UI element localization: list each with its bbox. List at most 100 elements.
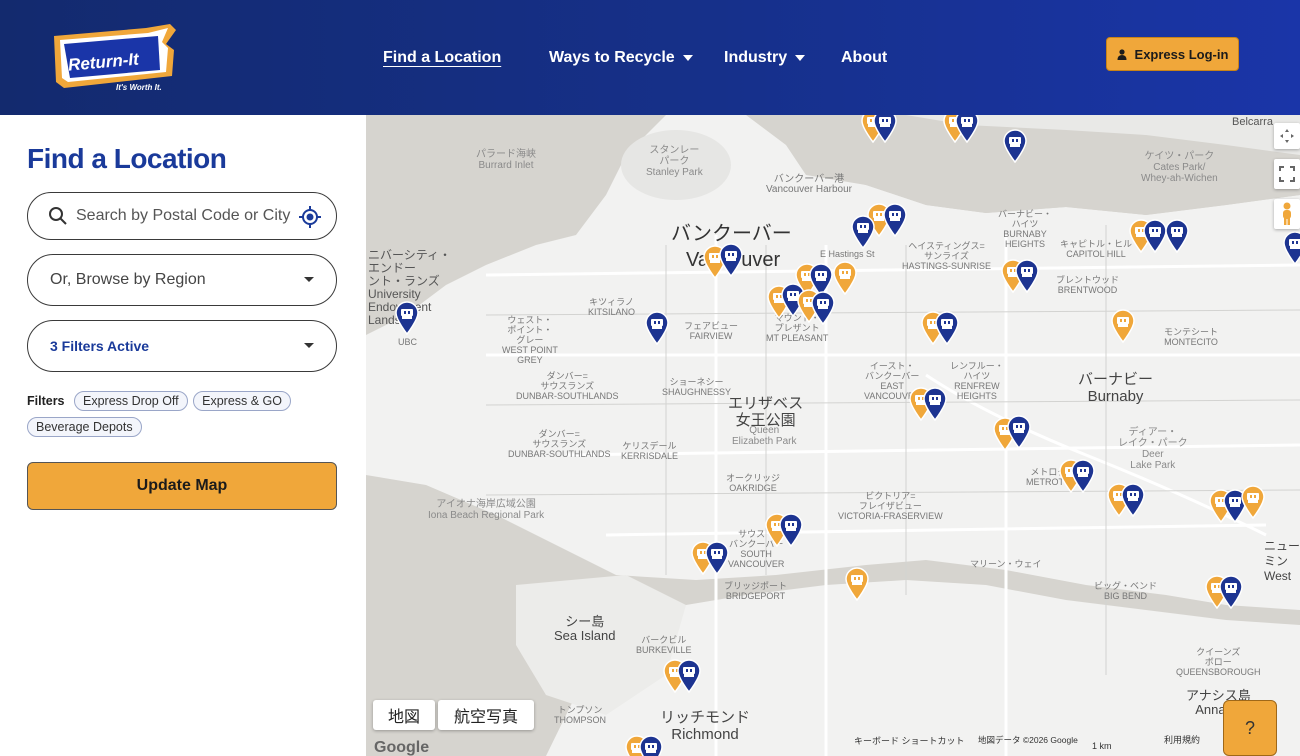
map-label: キャピトル・ヒル CAPITOL HILL: [1060, 239, 1133, 259]
map-label: エリザベス 女王公園: [728, 395, 804, 429]
map-label: Queen Elizabeth Park: [732, 425, 797, 447]
express-pin-icon[interactable]: [1218, 575, 1244, 610]
map-label: リッチモンド Richmond: [660, 709, 751, 743]
street-view-button[interactable]: [1274, 199, 1300, 229]
map-label: スタンレー パーク Stanley Park: [646, 145, 703, 178]
depot-pin-icon[interactable]: [832, 261, 858, 296]
search-field[interactable]: [27, 192, 337, 240]
map-camera-control[interactable]: [1274, 123, 1300, 149]
page-title: Find a Location: [27, 143, 227, 174]
map-label: Belcarra: [1232, 116, 1273, 128]
express-pin-icon[interactable]: [954, 115, 980, 144]
filters-select[interactable]: 3 Filters Active: [27, 320, 337, 372]
express-pin-icon[interactable]: [644, 311, 670, 346]
express-pin-icon[interactable]: [394, 301, 420, 336]
filter-chip[interactable]: Express Drop Off: [74, 391, 188, 411]
express-pin-icon[interactable]: [1006, 415, 1032, 450]
map-label: フェアビュー FAIRVIEW: [684, 321, 739, 341]
update-map-label: Update Map: [136, 477, 228, 494]
nav-label[interactable]: Industry: [724, 49, 787, 67]
filters-label: Filters: [27, 394, 65, 408]
express-pin-icon[interactable]: [934, 311, 960, 346]
express-pin-icon[interactable]: [1070, 459, 1096, 494]
map-data-attribution: 地図データ ©2026 Google: [978, 735, 1078, 745]
depot-pin-icon[interactable]: [1240, 485, 1266, 520]
search-input[interactable]: [76, 205, 296, 227]
keyboard-shortcuts-link[interactable]: キーボード ショートカット: [854, 734, 965, 747]
express-pin-icon[interactable]: [676, 659, 702, 694]
map-label: クイーンズ ボロー QUEENSBOROUGH: [1176, 647, 1261, 677]
map-label: ビッグ・ベンド BIG BEND: [1094, 581, 1158, 601]
map-label: ダンバー= サウスランズ DUNBAR-SOUTHLANDS: [516, 371, 619, 401]
nav-label[interactable]: Ways to Recycle: [549, 49, 675, 67]
express-pin-icon[interactable]: [1164, 219, 1190, 254]
express-pin-icon[interactable]: [810, 291, 836, 326]
nav-ways-to-recycle[interactable]: Ways to Recycle: [549, 0, 693, 115]
fullscreen-icon: [1279, 166, 1295, 182]
depot-pin-icon[interactable]: [844, 567, 870, 602]
express-pin-icon[interactable]: [1002, 129, 1028, 164]
locate-me-icon[interactable]: [298, 205, 322, 229]
map-label: パラード海峡 Burrard Inlet: [476, 149, 536, 171]
map-label: バンクーバー: [671, 223, 792, 245]
map-label: マリーン・ウェイ: [970, 559, 1042, 569]
chevron-down-icon: [304, 277, 314, 282]
express-pin-icon[interactable]: [1014, 259, 1040, 294]
map-type-map-button[interactable]: 地図: [373, 700, 435, 730]
nav-about[interactable]: About: [841, 0, 887, 115]
move-icon: [1280, 129, 1294, 143]
express-pin-icon[interactable]: [638, 735, 664, 756]
express-pin-icon[interactable]: [850, 215, 876, 250]
map-label: ケリスデール KERRISDALE: [621, 441, 679, 461]
map-label: ウェスト・ ポイント・ グレー WEST POINT GREY: [502, 315, 558, 365]
map-label: アイオナ海岸広域公園 Iona Beach Regional Park: [428, 499, 545, 521]
express-pin-icon[interactable]: [872, 115, 898, 144]
chevron-down-icon: [304, 343, 314, 348]
terms-link[interactable]: 利用規約: [1164, 733, 1200, 746]
map-label: キツィラノ KITSILANO: [588, 297, 636, 317]
express-pin-icon[interactable]: [1282, 231, 1300, 266]
active-filters: Filters Express Drop Off Express & GO Be…: [27, 388, 347, 440]
express-login-button[interactable]: Express Log-in: [1106, 37, 1239, 71]
site-header: Return-It It's Worth It. Find a Location…: [0, 0, 1300, 115]
google-logo: Google: [374, 739, 430, 756]
fullscreen-button[interactable]: [1274, 159, 1300, 189]
depot-pin-icon[interactable]: [1110, 309, 1136, 344]
map-canvas[interactable]: パラード海峡 Burrard Inlet スタンレー パーク Stanley P…: [366, 115, 1300, 756]
login-label: Express Log-in: [1134, 46, 1229, 62]
express-pin-icon[interactable]: [778, 513, 804, 548]
map-label: レンフルー・ ハイツ RENFREW HEIGHTS: [950, 361, 1004, 401]
map-type-map-label: 地図: [387, 709, 420, 726]
map-label: モンテシート MONTECITO: [1164, 327, 1219, 347]
return-it-logo[interactable]: Return-It It's Worth It.: [50, 22, 182, 94]
filters-select-value: 3 Filters Active: [50, 338, 150, 354]
filter-chip[interactable]: Beverage Depots: [27, 417, 142, 437]
update-map-button[interactable]: Update Map: [27, 462, 337, 510]
filter-chip[interactable]: Express & GO: [193, 391, 292, 411]
map-label: バーナビー Burnaby: [1078, 371, 1154, 405]
help-button[interactable]: ?: [1223, 700, 1277, 756]
express-pin-icon[interactable]: [718, 243, 744, 278]
nav-industry[interactable]: Industry: [724, 0, 806, 115]
express-pin-icon[interactable]: [922, 387, 948, 422]
nav-label[interactable]: About: [841, 49, 887, 67]
search-icon: [49, 207, 67, 225]
map-label: E Hastings St: [820, 249, 875, 259]
logo-tagline: It's Worth It.: [116, 83, 162, 92]
express-pin-icon[interactable]: [704, 541, 730, 576]
sidebar: Find a Location Or, Browse by Region 3 F…: [0, 115, 366, 756]
express-pin-icon[interactable]: [1120, 483, 1146, 518]
map-label: ディアー・ レイク・パーク Deer Lake Park: [1118, 427, 1188, 471]
nav-find-location[interactable]: Find a Location: [383, 0, 501, 115]
region-select-value: Or, Browse by Region: [50, 271, 206, 288]
region-select[interactable]: Or, Browse by Region: [27, 254, 337, 306]
map-scale[interactable]: 1 km: [1092, 741, 1112, 751]
map-label: バークビル BURKEVILLE: [636, 635, 692, 655]
map-label: ケイツ・パーク Cates Park/ Whey-ah-Wichen: [1141, 151, 1218, 184]
map-label: ブリッジポート BRIDGEPORT: [724, 581, 788, 601]
map-label: UBC: [398, 337, 418, 347]
map-type-satellite-button[interactable]: 航空写真: [438, 700, 534, 730]
map-type-satellite-label: 航空写真: [453, 709, 518, 726]
express-pin-icon[interactable]: [882, 203, 908, 238]
nav-label[interactable]: Find a Location: [383, 49, 501, 67]
